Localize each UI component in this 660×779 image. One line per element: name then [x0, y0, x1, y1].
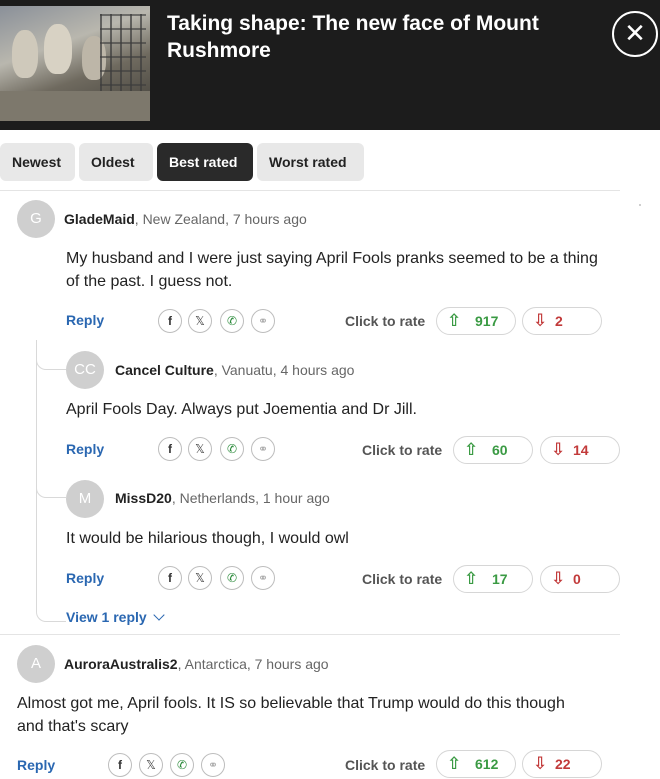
whatsapp-icon[interactable]: ✆	[220, 566, 244, 590]
arrow-up-icon: ⇧	[464, 569, 479, 588]
reply-button[interactable]: Reply	[66, 312, 104, 328]
carving-face	[12, 30, 38, 78]
upvote-button[interactable]: ⇧ 917	[436, 307, 516, 335]
facebook-icon[interactable]: f	[108, 753, 132, 777]
close-icon[interactable]: ✕	[624, 18, 646, 48]
click-to-rate-label: Click to rate	[345, 313, 426, 329]
tab-newest[interactable]: Newest	[0, 143, 75, 181]
comment-author-line: AuroraAustralis2, Antarctica, 7 hours ag…	[64, 656, 329, 672]
upvote-count: 917	[475, 313, 499, 329]
x-icon[interactable]: 𝕏	[139, 753, 163, 777]
arrow-up-icon: ⇧	[464, 440, 479, 459]
downvote-button[interactable]: ⇩ 22	[522, 750, 602, 778]
comment-author-line: Cancel Culture, Vanuatu, 4 hours ago	[115, 362, 354, 378]
arrow-down-icon: ⇩	[533, 311, 548, 330]
comment-text: It would be hilarious though, I would ow…	[66, 530, 349, 547]
arrow-down-icon: ⇩	[551, 569, 566, 588]
arrow-up-icon: ⇧	[447, 311, 462, 330]
comment-author-line: GladeMaid, New Zealand, 7 hours ago	[64, 211, 307, 227]
avatar: A	[17, 645, 55, 683]
comment-meta: , Netherlands, 1 hour ago	[171, 490, 330, 506]
comment-author[interactable]: GladeMaid	[64, 211, 135, 227]
reply-button[interactable]: Reply	[66, 570, 104, 586]
link-icon[interactable]: ⚭	[251, 566, 275, 590]
whatsapp-icon[interactable]: ✆	[220, 437, 244, 461]
comment-meta: , Vanuatu, 4 hours ago	[213, 362, 355, 378]
click-to-rate-label: Click to rate	[362, 442, 443, 458]
link-icon[interactable]: ⚭	[201, 753, 225, 777]
comment-meta: , New Zealand, 7 hours ago	[134, 211, 307, 227]
downvote-button[interactable]: ⇩ 14	[540, 436, 620, 464]
downvote-count: 0	[573, 571, 581, 587]
comment-meta: , Antarctica, 7 hours ago	[177, 656, 329, 672]
upvote-button[interactable]: ⇧ 612	[436, 750, 516, 778]
downvote-button[interactable]: ⇩ 0	[540, 565, 620, 593]
reply-button[interactable]: Reply	[66, 441, 104, 457]
upvote-count: 17	[492, 571, 508, 587]
comment-author-line: MissD20, Netherlands, 1 hour ago	[115, 490, 330, 506]
thread-connector	[36, 490, 66, 622]
link-icon[interactable]: ⚭	[251, 437, 275, 461]
scrollbar-indicator	[639, 204, 641, 206]
comment-text: Almost got me, April fools. It IS so bel…	[17, 695, 565, 735]
close-button[interactable]: ✕	[612, 11, 658, 57]
downvote-count: 14	[573, 442, 589, 458]
link-icon[interactable]: ⚭	[251, 309, 275, 333]
whatsapp-icon[interactable]: ✆	[220, 309, 244, 333]
view-replies-link[interactable]: View 1 reply	[66, 609, 165, 625]
click-to-rate-label: Click to rate	[345, 757, 426, 773]
view-replies-label: View 1 reply	[66, 609, 147, 625]
upvote-count: 60	[492, 442, 508, 458]
upvote-button[interactable]: ⇧ 17	[453, 565, 533, 593]
arrow-down-icon: ⇩	[551, 440, 566, 459]
facebook-icon[interactable]: f	[158, 566, 182, 590]
article-title: Taking shape: The new face of Mount Rush…	[167, 12, 539, 62]
tab-best-rated[interactable]: Best rated	[157, 143, 253, 181]
comment-author[interactable]: MissD20	[115, 490, 172, 506]
avatar: CC	[66, 351, 104, 389]
avatar: M	[66, 480, 104, 518]
downvote-count: 22	[555, 756, 571, 772]
rock-base	[0, 91, 150, 121]
x-icon[interactable]: 𝕏	[188, 566, 212, 590]
downvote-count: 2	[555, 313, 563, 329]
divider	[0, 190, 620, 191]
downvote-button[interactable]: ⇩ 2	[522, 307, 602, 335]
upvote-count: 612	[475, 756, 499, 772]
upvote-button[interactable]: ⇧ 60	[453, 436, 533, 464]
thread-connector	[36, 340, 66, 370]
avatar: G	[17, 200, 55, 238]
divider	[0, 634, 620, 635]
comment-text: April Fools Day. Always put Joementia an…	[66, 401, 417, 418]
article-header: Taking shape: The new face of Mount Rush…	[0, 0, 660, 130]
facebook-icon[interactable]: f	[158, 437, 182, 461]
x-icon[interactable]: 𝕏	[188, 437, 212, 461]
comment-author[interactable]: AuroraAustralis2	[64, 656, 178, 672]
arrow-up-icon: ⇧	[447, 754, 462, 773]
x-icon[interactable]: 𝕏	[188, 309, 212, 333]
comment-text: My husband and I were just saying April …	[66, 250, 598, 290]
comment-author[interactable]: Cancel Culture	[115, 362, 214, 378]
chevron-down-icon	[153, 609, 165, 621]
carving-face	[44, 24, 72, 74]
facebook-icon[interactable]: f	[158, 309, 182, 333]
tab-oldest[interactable]: Oldest	[79, 143, 153, 181]
click-to-rate-label: Click to rate	[362, 571, 443, 587]
whatsapp-icon[interactable]: ✆	[170, 753, 194, 777]
reply-button[interactable]: Reply	[17, 757, 55, 773]
arrow-down-icon: ⇩	[533, 754, 548, 773]
article-thumbnail[interactable]	[0, 6, 150, 121]
tab-worst-rated[interactable]: Worst rated	[257, 143, 364, 181]
